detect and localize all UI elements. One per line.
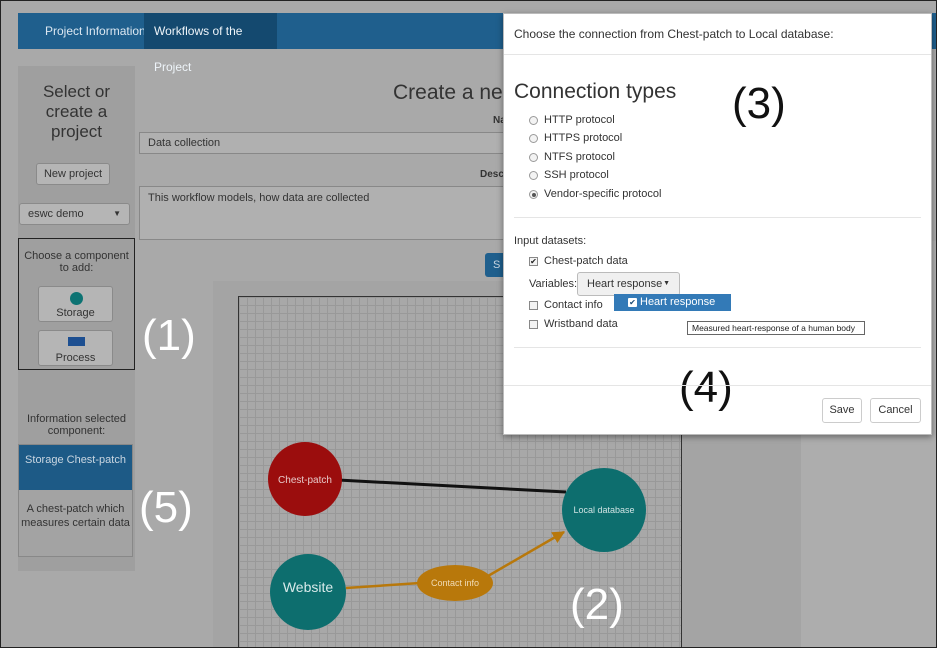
modal-header-divider [504, 54, 931, 55]
radio-https[interactable] [529, 134, 538, 143]
selected-component-title[interactable]: Storage Chest-patch [19, 445, 132, 490]
connection-website-contactinfo[interactable] [345, 581, 421, 590]
process-label: Process [55, 352, 96, 364]
process-rect-icon [68, 337, 85, 346]
selected-component-description: A chest-patch which measures certain dat… [21, 503, 130, 529]
input-datasets-label: Input datasets: [514, 235, 587, 247]
tab-workflows[interactable]: Workflows of the Project [144, 13, 277, 74]
tooltip: Measured heart-response of a human body [687, 321, 865, 335]
chevron-down-icon: ▼ [113, 209, 121, 218]
process-component-button[interactable]: Process [38, 330, 113, 366]
project-select-value: eswc demo [28, 208, 84, 220]
variables-dropdown[interactable]: Heart response ▼ [577, 272, 680, 296]
checkbox-chest-patch[interactable]: ✔ [529, 257, 538, 266]
dataset-label: Chest-patch data [544, 255, 628, 267]
protocol-label: SSH protocol [544, 169, 609, 181]
node-local-database-label: Local database [573, 505, 634, 515]
info-label: Information selected component: [26, 413, 127, 437]
description-label: Desc [480, 169, 504, 180]
dataset-label: Wristband data [544, 318, 618, 330]
component-prompt: Choose a component to add: [24, 250, 129, 274]
storage-circle-icon [70, 292, 83, 305]
annotation-4: (4) [679, 363, 733, 412]
page-title: Create a ne [393, 81, 503, 104]
annotation-3: (3) [732, 79, 786, 128]
checkbox-contact-info[interactable] [529, 301, 538, 310]
node-website-label: Website [283, 579, 334, 595]
connection-modal: Choose the connection from Chest-patch t… [503, 13, 932, 435]
annotation-1: (1) [142, 311, 196, 360]
storage-component-button[interactable]: Storage [38, 286, 113, 322]
tab-project-information[interactable]: Project Information [35, 13, 156, 49]
dropdown-item-label: Heart response [640, 296, 716, 308]
node-contact-info-label: Contact info [431, 578, 479, 588]
dataset-label: Contact info [544, 299, 603, 311]
variables-label: Variables: [529, 278, 578, 290]
check-icon: ✔ [628, 298, 637, 307]
radio-ssh[interactable] [529, 171, 538, 180]
storage-label: Storage [56, 307, 95, 319]
protocol-label: Vendor-specific protocol [544, 188, 662, 200]
selected-component-card: Storage Chest-patch A chest-patch which … [18, 444, 133, 557]
checkbox-wristband[interactable] [529, 320, 538, 329]
radio-http[interactable] [529, 116, 538, 125]
workflow-description-input[interactable]: This workflow models, how data are colle… [139, 186, 509, 240]
component-palette: Choose a component to add: Storage Proce… [18, 238, 135, 370]
radio-ntfs[interactable] [529, 153, 538, 162]
project-select[interactable]: eswc demo ▼ [19, 203, 130, 225]
screenshot-frame: Project Information Workflows of the Pro… [0, 0, 937, 648]
connection-chestpatch-localdb[interactable] [337, 478, 567, 494]
protocol-label: HTTP protocol [544, 114, 615, 126]
protocol-label: NTFS protocol [544, 151, 615, 163]
connection-types-heading: Connection types [514, 80, 677, 103]
caret-down-icon: ▼ [663, 280, 670, 287]
new-project-button[interactable]: New project [36, 163, 110, 185]
protocol-label: HTTPS protocol [544, 132, 623, 144]
modal-title: Choose the connection from Chest-patch t… [514, 27, 834, 41]
annotation-5: (5) [139, 483, 193, 532]
annotation-2: (2) [570, 580, 624, 629]
save-button[interactable]: Save [822, 398, 862, 423]
sidebar-title: Select or create a project [42, 82, 111, 141]
node-chest-patch-label: Chest-patch [278, 475, 332, 486]
modal-footer-divider [504, 385, 931, 386]
modal-section-divider-2 [514, 347, 921, 348]
connection-contactinfo-localdb[interactable] [487, 530, 566, 578]
save-workflow-button[interactable]: S [485, 253, 503, 277]
workflow-name-input[interactable]: Data collection [139, 132, 509, 154]
radio-vendor[interactable] [529, 190, 538, 199]
modal-section-divider [514, 217, 921, 218]
variables-dropdown-value: Heart response [587, 278, 663, 290]
cancel-button[interactable]: Cancel [870, 398, 921, 423]
dropdown-item-heart-response[interactable]: ✔ Heart response [614, 294, 731, 311]
